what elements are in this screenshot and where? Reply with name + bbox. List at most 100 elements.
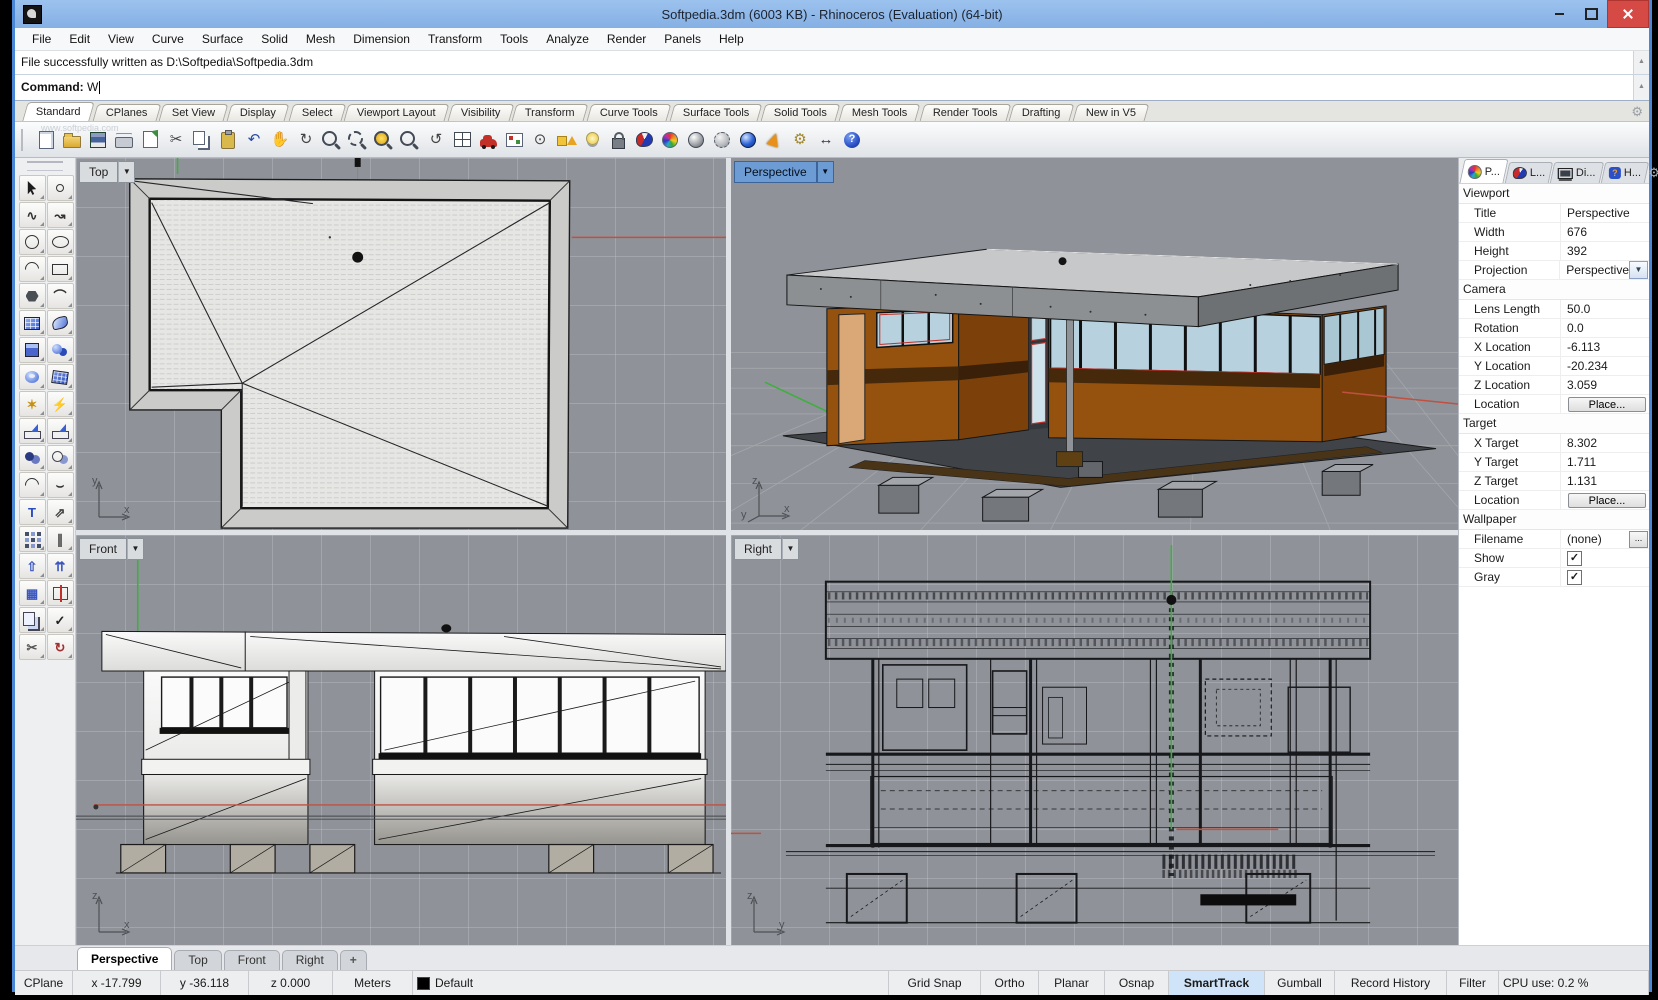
zoom-selected-button[interactable] [371,127,397,153]
palette-grip[interactable] [27,161,63,171]
command-scrollbar[interactable]: ▲▼ [1633,75,1649,100]
explode-tool[interactable]: ⚡ [47,391,74,417]
sphere-tool[interactable] [47,337,74,363]
viewport-tab-top[interactable]: Top [174,950,221,970]
status-ortho[interactable]: Ortho [981,971,1039,995]
extrude-curve-tool[interactable]: ⇈ [47,553,74,579]
viewport-title-front[interactable]: Front ▼ [79,538,144,560]
new-file-button[interactable] [33,127,59,153]
status-record-history[interactable]: Record History [1335,971,1447,995]
chevron-down-icon[interactable]: ▼ [127,538,144,560]
viewport-title-top[interactable]: Top ▼ [79,161,135,183]
toolbar-tab-viewport-layout[interactable]: Viewport Layout [344,104,450,121]
show-checkbox[interactable]: ✓ [1567,551,1582,566]
array-tool[interactable] [19,526,46,552]
viewport-title-perspective[interactable]: Perspective ▼ [734,161,834,183]
fillet-edge-tool[interactable] [19,418,46,444]
plan-map-button[interactable] [501,127,527,153]
gear-icon[interactable]: ⚙ [1631,103,1643,121]
tab-help[interactable]: ?H... [1601,162,1650,183]
rotate-tool[interactable]: ↻ [47,634,74,660]
menu-view[interactable]: View [99,32,143,46]
menu-file[interactable]: File [23,32,60,46]
toolbar-tab-surface-tools[interactable]: Surface Tools [670,104,763,121]
undo-view-button[interactable]: ↺ [423,127,449,153]
menu-panels[interactable]: Panels [655,32,710,46]
viewport-perspective[interactable]: Perspective ▼ z x y [731,158,1458,530]
copy-button[interactable] [189,127,215,153]
toolbar-tab-cplanes[interactable]: CPlanes [92,104,160,121]
scroll-up-icon[interactable]: ▲ [1638,51,1645,73]
chamfer-edge-tool[interactable] [47,418,74,444]
status-current-layer[interactable]: Default [413,971,889,995]
trim-tool[interactable]: ✂ [19,634,46,660]
cplane-button[interactable]: ⊙ [527,127,553,153]
paste-button[interactable] [215,127,241,153]
menu-edit[interactable]: Edit [60,32,99,46]
select-tool[interactable] [19,175,46,201]
render-button[interactable] [631,127,657,153]
toolbar-tab-visibility[interactable]: Visibility [447,104,513,121]
osnap-shapes-button[interactable] [553,127,579,153]
toolbar-tab-standard[interactable]: Standard [22,102,94,121]
menu-solid[interactable]: Solid [252,32,297,46]
camera-place-button[interactable]: Place... [1568,397,1646,412]
menu-surface[interactable]: Surface [193,32,252,46]
toolbar-tab-solid-tools[interactable]: Solid Tools [761,104,841,121]
open-file-button[interactable] [59,127,85,153]
menu-dimension[interactable]: Dimension [344,32,419,46]
new-viewport-tab[interactable]: + [340,950,367,970]
arc-tool[interactable] [19,256,46,282]
check-tool[interactable]: ✓ [47,607,74,633]
filename-value[interactable]: (none) [1567,530,1602,548]
toolbar-tab-curve-tools[interactable]: Curve Tools [587,104,672,121]
viewport-tab-right[interactable]: Right [282,950,338,970]
browse-button[interactable]: ... [1629,531,1648,548]
viewport-title-label[interactable]: Top [79,161,118,183]
zoom-dynamic-button[interactable] [319,127,345,153]
toolbar-tab-transform[interactable]: Transform [512,104,589,121]
circle-tool[interactable] [19,229,46,255]
zoom-window-button[interactable] [345,127,371,153]
viewport-front[interactable]: Front ▼ z x [76,535,726,945]
toolbar-grip[interactable] [21,129,28,151]
viewport-right[interactable]: Right ▼ z y [731,535,1458,945]
control-point-curve-tool[interactable]: ∿ [19,202,46,228]
zoom-extents-button[interactable] [397,127,423,153]
interpolate-curve-tool[interactable]: ↝ [47,202,74,228]
scroll-up-icon[interactable]: ▲ [1638,75,1645,99]
menu-mesh[interactable]: Mesh [297,32,344,46]
rendered-view-button[interactable] [735,127,761,153]
viewport-tab-perspective[interactable]: Perspective [77,947,172,970]
tab-layers[interactable]: L... [1505,162,1554,183]
split-tool[interactable] [47,580,74,606]
mesh-tool[interactable] [47,364,74,390]
chevron-down-icon[interactable]: ▼ [782,538,799,560]
toolbar-tab-drafting[interactable]: Drafting [1009,104,1074,121]
projection-value[interactable]: Perspective [1566,261,1629,279]
viewport-title-label[interactable]: Front [79,538,127,560]
viewport-title-label[interactable]: Perspective [734,161,817,183]
menu-tools[interactable]: Tools [491,32,537,46]
status-smarttrack[interactable]: SmartTrack [1169,971,1265,995]
toolbar-tab-select[interactable]: Select [288,104,345,121]
boolean-union-tool[interactable] [19,445,46,471]
boolean-difference-tool[interactable] [47,445,74,471]
command-history[interactable]: File successfully written as D:\Softpedi… [15,51,1649,75]
tab-display[interactable]: Di... [1550,162,1604,183]
help-button[interactable] [839,127,865,153]
undo-button[interactable]: ↶ [241,127,267,153]
title-bar[interactable]: Softpedia.3dm (6003 KB) - Rhinoceros (Ev… [15,0,1649,28]
offset-surface-tool[interactable] [19,607,46,633]
chevron-down-icon[interactable]: ▼ [118,161,135,183]
save-button[interactable] [85,127,111,153]
ellipse-tool[interactable] [47,229,74,255]
menu-transform[interactable]: Transform [419,32,491,46]
print-button[interactable] [111,127,137,153]
maximize-button[interactable] [1575,0,1607,28]
dimension-button[interactable]: ↔ [813,127,839,153]
toolbar-tab-new-in-v5[interactable]: New in V5 [1073,104,1150,121]
surface-from-points-tool[interactable] [19,310,46,336]
menu-curve[interactable]: Curve [143,32,193,46]
lock-button[interactable] [605,127,631,153]
